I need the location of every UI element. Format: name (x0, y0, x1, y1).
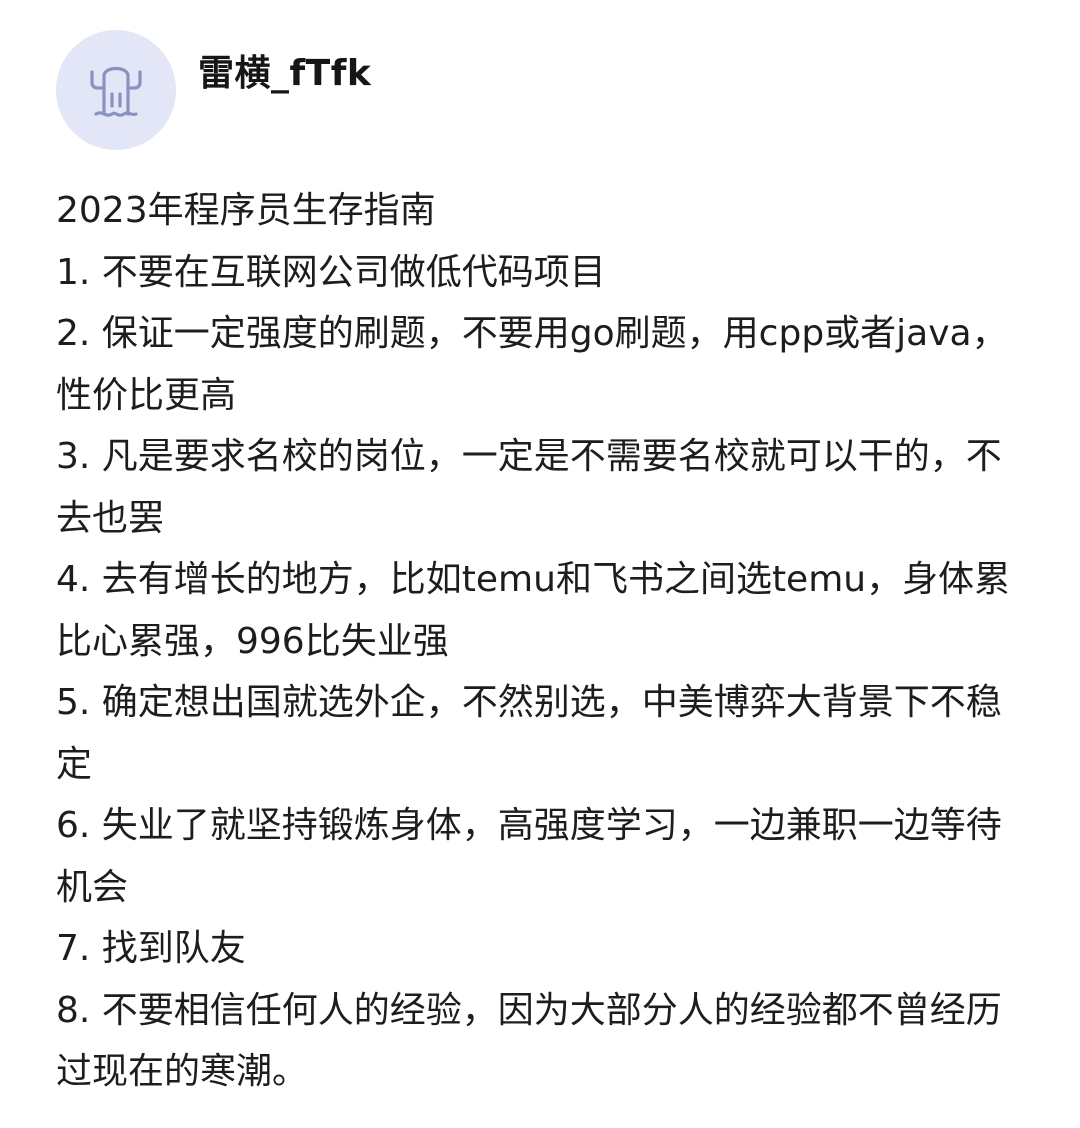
list-item: 7. 找到队友 (56, 928, 246, 969)
post-card: 雷横_fTfk 2023年程序员生存指南 1. 不要在互联网公司做低代码项目 2… (0, 0, 1080, 1128)
list-item: 2. 保证一定强度的刷题，不要用go刷题，用cpp或者java，性价比更高 (56, 313, 1008, 416)
cactus-ghost-icon (90, 66, 142, 117)
list-item: 6. 失业了就坚持锻炼身体，高强度学习，一边兼职一边等待机会 (56, 805, 1002, 908)
list-item: 5. 确定想出国就选外企，不然别选，中美博弈大背景下不稳定 (56, 682, 1002, 785)
avatar[interactable] (56, 30, 176, 150)
list-item: 1. 不要在互联网公司做低代码项目 (56, 251, 606, 293)
list-item: 3. 凡是要求名校的岗位，一定是不需要名校就可以干的，不去也罢 (56, 436, 1002, 539)
post-title: 2023年程序员生存指南 (56, 190, 436, 231)
post-header: 雷横_fTfk (56, 30, 371, 150)
author-username[interactable]: 雷横_fTfk (198, 44, 371, 96)
list-item: 8. 不要相信任何人的经验，因为大部分人的经验都不曾经历过现在的寒潮。 (56, 989, 1002, 1093)
list-item: 4. 去有增长的地方，比如temu和飞书之间选temu，身体累比心累强，996比… (56, 559, 1011, 662)
post-body: 2023年程序员生存指南 1. 不要在互联网公司做低代码项目 2. 保证一定强度… (56, 180, 1026, 1103)
